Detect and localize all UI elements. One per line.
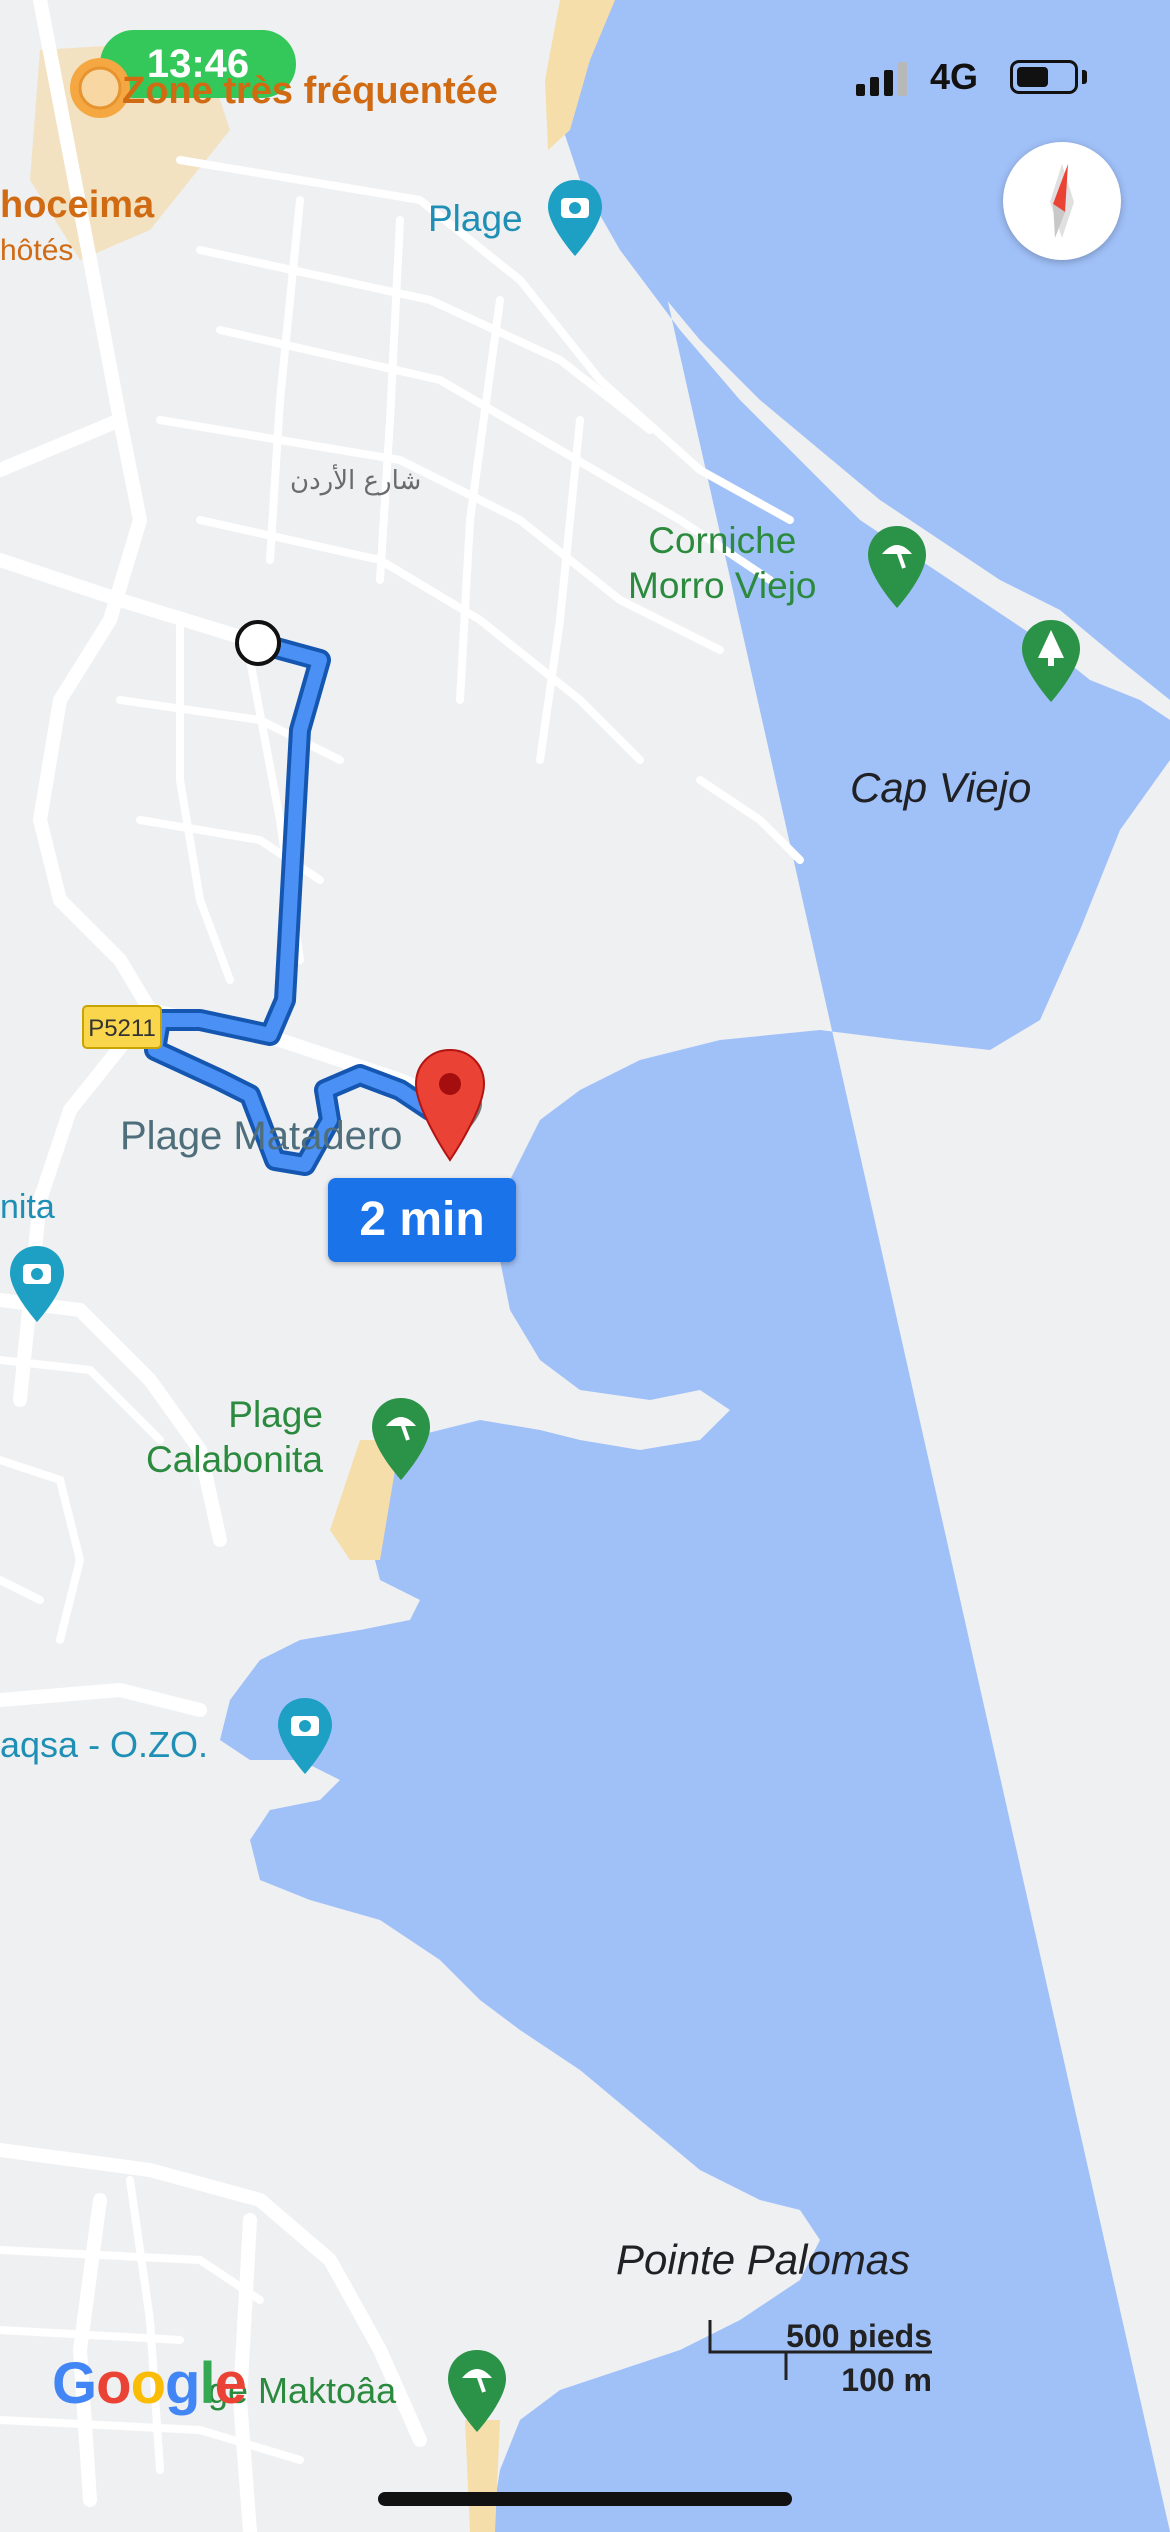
city-label: hoceima xyxy=(0,184,155,226)
destination-pin-icon[interactable] xyxy=(410,1048,490,1164)
beach-maktoaa xyxy=(465,2420,500,2532)
left-partial-label: nita xyxy=(0,1188,55,1226)
corniche-line2: Morro Viejo xyxy=(628,565,817,606)
battery-cap xyxy=(1082,70,1087,84)
beach-umbrella-pin-icon-calabonita[interactable] xyxy=(370,1396,432,1482)
google-logo-letter: g xyxy=(165,2351,200,2416)
battery-level xyxy=(1017,67,1048,87)
network-type: 4G xyxy=(930,56,979,97)
plage-top-label[interactable]: Plage xyxy=(428,198,523,240)
calabonita-line1: Plage xyxy=(228,1394,323,1435)
cap-viejo-label: Cap Viejo xyxy=(850,764,1032,811)
calabonita-label[interactable]: Plage Calabonita xyxy=(146,1392,323,1482)
route-duration-badge[interactable]: 2 min xyxy=(328,1178,516,1262)
camera-pin-icon-aqsa[interactable] xyxy=(276,1696,334,1776)
battery-icon xyxy=(1010,60,1078,94)
camera-pin-icon[interactable] xyxy=(546,178,604,258)
street-name-label: شارع الأردن xyxy=(290,466,422,496)
compass-needle-icon xyxy=(1050,164,1074,238)
park-tree-pin-icon[interactable] xyxy=(1020,618,1082,704)
route-start-marker xyxy=(235,620,281,666)
google-logo-letter: l xyxy=(199,2351,215,2416)
scale-meters: 100 m xyxy=(841,2362,932,2398)
google-logo-letter: o xyxy=(130,2351,166,2416)
scale-bar: 500 pieds 100 m xyxy=(706,2312,932,2398)
calabonita-line2: Calabonita xyxy=(146,1439,323,1480)
google-logo: Google xyxy=(52,2350,247,2417)
google-logo-letter: G xyxy=(52,2351,97,2416)
pointe-palomas-label: Pointe Palomas xyxy=(616,2236,911,2283)
home-indicator[interactable] xyxy=(378,2492,792,2506)
google-logo-letter: o xyxy=(96,2351,131,2416)
cellular-signal-icon xyxy=(856,62,907,96)
beach-umbrella-pin-icon-maktoaa[interactable] xyxy=(446,2348,508,2434)
map-canvas[interactable] xyxy=(0,0,1170,2532)
beach-umbrella-pin-icon[interactable] xyxy=(866,524,928,610)
road-shield-p5211: P5211 xyxy=(82,1005,162,1049)
scale-feet: 500 pieds xyxy=(786,2318,932,2354)
busy-area-label: Zone très fréquentée xyxy=(122,70,498,112)
destination-label[interactable]: Plage Matadero xyxy=(120,1114,402,1159)
google-logo-letter: e xyxy=(214,2351,247,2416)
hotels-label: hôtés xyxy=(0,234,74,267)
corniche-label[interactable]: Corniche Morro Viejo xyxy=(628,518,817,608)
aqsa-label[interactable]: aqsa - O.ZO. xyxy=(0,1724,208,1766)
camera-pin-icon-left[interactable] xyxy=(8,1244,66,1324)
corniche-line1: Corniche xyxy=(648,520,797,561)
compass-button[interactable] xyxy=(1003,142,1121,260)
